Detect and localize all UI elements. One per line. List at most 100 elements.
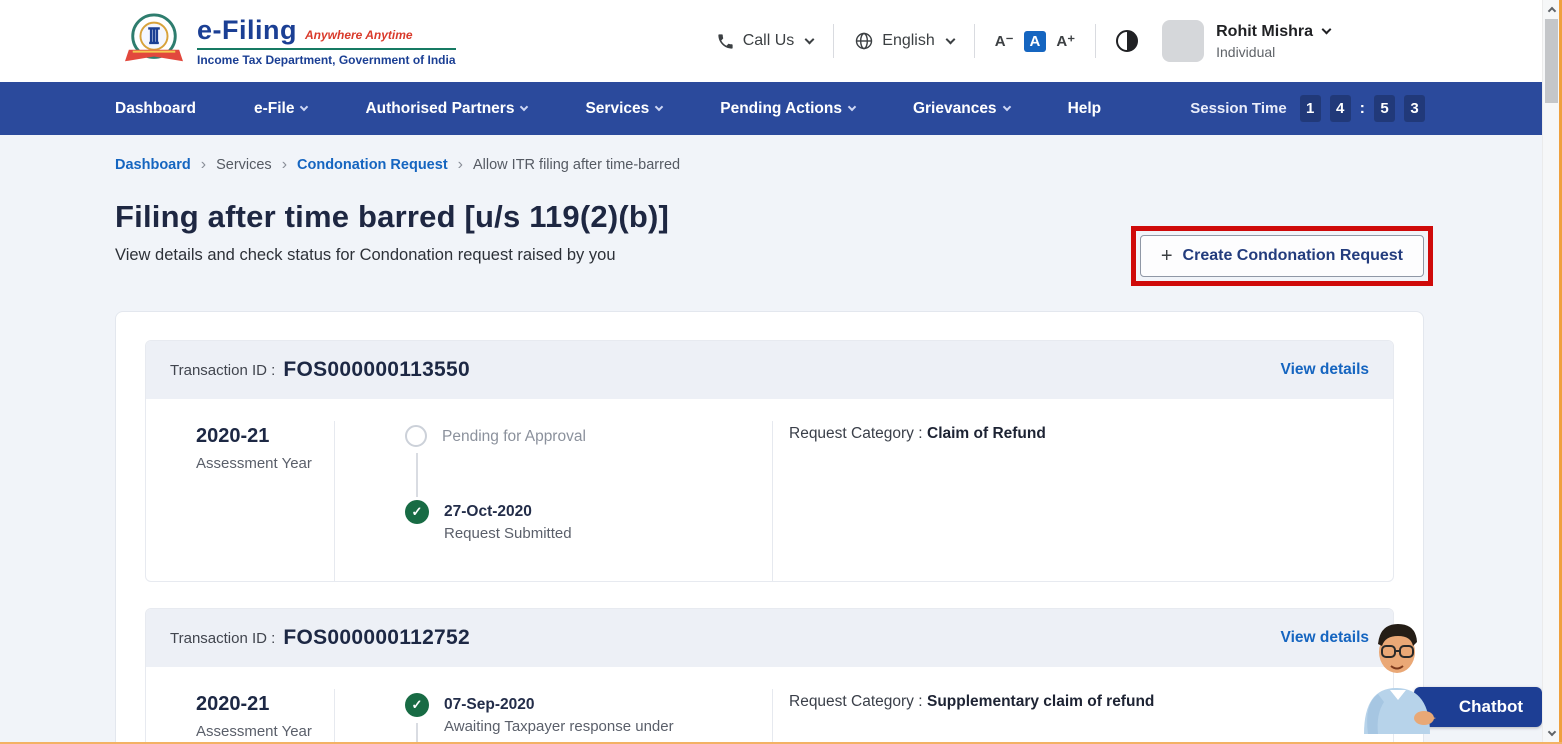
breadcrumb-current-page: Allow ITR filing after time-barred xyxy=(473,157,680,173)
session-digit: 5 xyxy=(1374,95,1395,122)
session-digit: 3 xyxy=(1404,95,1425,122)
card-body: 2020-21 Assessment Year ✓ 07-Sep-2020 Aw… xyxy=(146,667,1393,744)
contrast-toggle-icon[interactable] xyxy=(1116,30,1138,52)
transaction-id-label: Transaction ID : xyxy=(170,362,275,379)
card-body: 2020-21 Assessment Year Pending for Appr… xyxy=(146,399,1393,581)
request-card-112752: Transaction ID : FOS000000112752 View de… xyxy=(145,608,1394,744)
session-timer: Session Time 1 4 : 5 3 xyxy=(1190,95,1425,122)
scroll-down-button[interactable] xyxy=(1543,725,1560,742)
font-size-controls: A⁻ A A⁺ xyxy=(995,31,1075,52)
chevron-down-icon xyxy=(848,102,856,110)
card-header: Transaction ID : FOS000000112752 View de… xyxy=(146,609,1393,667)
plus-icon: + xyxy=(1161,245,1173,268)
chatbot-label: Chatbot xyxy=(1459,697,1523,717)
pending-status-icon xyxy=(405,425,427,447)
font-increase-button[interactable]: A⁺ xyxy=(1056,32,1075,50)
request-category-column: Request Category : Supplementary claim o… xyxy=(773,693,1393,744)
check-circle-icon: ✓ xyxy=(405,693,429,717)
brand-text: e-Filing Anywhere Anytime Income Tax Dep… xyxy=(197,15,456,67)
request-category-column: Request Category : Claim of Refund xyxy=(773,425,1393,581)
nav-item-services[interactable]: Services xyxy=(585,100,662,118)
assessment-year-label: Assessment Year xyxy=(196,723,334,740)
breadcrumb: Dashboard › Services › Condonation Reque… xyxy=(115,156,1562,174)
nav-item-help[interactable]: Help xyxy=(1068,100,1102,118)
request-category-value: Claim of Refund xyxy=(927,425,1046,442)
top-header: e-Filing Anywhere Anytime Income Tax Dep… xyxy=(0,0,1562,82)
breadcrumb-dashboard[interactable]: Dashboard xyxy=(115,157,191,173)
font-decrease-button[interactable]: A⁻ xyxy=(995,32,1014,50)
step-status-text: Request Submitted xyxy=(444,525,572,542)
assessment-year-column: 2020-21 Assessment Year xyxy=(196,425,334,581)
session-separator: : xyxy=(1360,100,1365,118)
font-normal-button[interactable]: A xyxy=(1024,31,1047,52)
brand-name: e-Filing xyxy=(197,15,297,46)
status-timeline-column: Pending for Approval ✓ 27-Oct-2020 Reque… xyxy=(335,425,772,581)
status-timeline: ✓ 07-Sep-2020 Awaiting Taxpayer response… xyxy=(405,693,772,735)
breadcrumb-condonation-request[interactable]: Condonation Request xyxy=(297,157,448,173)
language-menu[interactable]: English xyxy=(854,31,953,51)
create-condonation-request-button[interactable]: + Create Condonation Request xyxy=(1140,235,1424,277)
nav-items: Dashboard e-File Authorised Partners Ser… xyxy=(115,100,1101,118)
nav-item-efile[interactable]: e-File xyxy=(254,100,307,118)
header-actions: Call Us English A⁻ A A⁺ xyxy=(716,20,1330,62)
transaction-id-label: Transaction ID : xyxy=(170,630,275,647)
step-status-text: Awaiting Taxpayer response under xyxy=(444,718,674,735)
assessment-year-value: 2020-21 xyxy=(196,693,334,716)
chevron-down-icon xyxy=(300,102,308,110)
chevron-down-icon xyxy=(520,102,528,110)
header-divider xyxy=(1095,24,1096,58)
brand-tagline: Anywhere Anytime xyxy=(305,28,413,42)
call-us-menu[interactable]: Call Us xyxy=(716,32,814,51)
chevron-up-icon xyxy=(1547,6,1555,14)
user-type: Individual xyxy=(1216,44,1330,60)
session-time-label: Session Time xyxy=(1190,100,1286,117)
brand-department: Income Tax Department, Government of Ind… xyxy=(197,53,456,67)
call-us-label: Call Us xyxy=(743,32,795,50)
view-details-link[interactable]: View details xyxy=(1281,361,1369,379)
header-divider xyxy=(833,24,834,58)
transaction-id-value: FOS000000112752 xyxy=(283,626,470,650)
timeline-step-pending: Pending for Approval xyxy=(405,425,772,448)
session-digit: 1 xyxy=(1300,95,1321,122)
nav-item-authorised-partners[interactable]: Authorised Partners xyxy=(365,100,527,118)
user-menu[interactable]: Rohit Mishra Individual xyxy=(1162,20,1330,62)
chevron-down-icon xyxy=(655,102,663,110)
assessment-year-label: Assessment Year xyxy=(196,455,334,472)
chevron-down-icon xyxy=(1322,25,1332,35)
request-category-label: Request Category : xyxy=(789,425,923,442)
scroll-up-button[interactable] xyxy=(1543,0,1560,17)
nav-item-grievances[interactable]: Grievances xyxy=(913,100,1010,118)
globe-icon xyxy=(854,31,874,51)
scrollbar-thumb[interactable] xyxy=(1545,19,1558,103)
status-timeline-column: ✓ 07-Sep-2020 Awaiting Taxpayer response… xyxy=(335,693,772,744)
breadcrumb-separator: › xyxy=(458,156,463,174)
chevron-down-icon xyxy=(945,34,955,44)
user-avatar xyxy=(1162,20,1204,62)
efiling-portal-page: e-Filing Anywhere Anytime Income Tax Dep… xyxy=(0,0,1562,744)
card-header: Transaction ID : FOS000000113550 View de… xyxy=(146,341,1393,399)
nav-item-pending-actions[interactable]: Pending Actions xyxy=(720,100,855,118)
phone-icon xyxy=(716,32,735,51)
request-category-value: Supplementary claim of refund xyxy=(927,693,1154,710)
assessment-year-value: 2020-21 xyxy=(196,425,334,448)
brand-divider xyxy=(197,48,456,50)
chevron-down-icon xyxy=(805,34,815,44)
vertical-scrollbar[interactable] xyxy=(1542,0,1559,742)
transaction-id-value: FOS000000113550 xyxy=(283,358,470,382)
nav-item-dashboard[interactable]: Dashboard xyxy=(115,100,196,118)
chevron-down-icon xyxy=(1547,727,1555,735)
condonation-request-list: Transaction ID : FOS000000113550 View de… xyxy=(115,311,1424,744)
income-tax-emblem-icon xyxy=(125,11,183,71)
breadcrumb-separator: › xyxy=(282,156,287,174)
breadcrumb-services: Services xyxy=(216,157,272,173)
chatbot-assistant-avatar xyxy=(1350,614,1446,734)
status-timeline: Pending for Approval ✓ 27-Oct-2020 Reque… xyxy=(405,425,772,542)
timeline-step-submitted: ✓ 27-Oct-2020 Request Submitted xyxy=(405,500,772,542)
step-date: 07-Sep-2020 xyxy=(444,693,674,716)
assessment-year-column: 2020-21 Assessment Year xyxy=(196,693,334,744)
user-info: Rohit Mishra Individual xyxy=(1216,23,1330,60)
efiling-logo[interactable]: e-Filing Anywhere Anytime Income Tax Dep… xyxy=(125,11,456,71)
request-card-113550: Transaction ID : FOS000000113550 View de… xyxy=(145,340,1394,582)
timeline-step-awaiting: ✓ 07-Sep-2020 Awaiting Taxpayer response… xyxy=(405,693,772,735)
highlight-annotation-box: + Create Condonation Request xyxy=(1131,226,1433,286)
